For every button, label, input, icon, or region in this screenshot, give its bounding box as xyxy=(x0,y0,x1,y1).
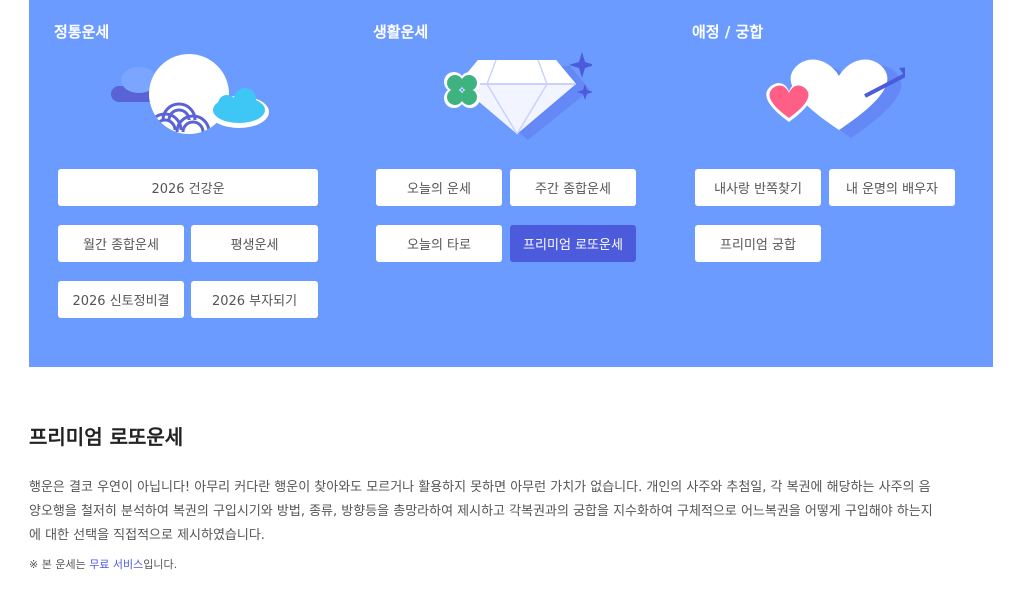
hearts-arrow-icon xyxy=(755,50,917,142)
button-monthly-fortune[interactable]: 월간 종합운세 xyxy=(58,225,184,262)
description-line: 행운은 결코 우연이 아닙니다! 아무리 커다란 행운이 찾아와도 모르거나 활… xyxy=(29,480,931,495)
button-wealth-fortune[interactable]: 2026 부자되기 xyxy=(191,281,318,318)
description-line: 양오행을 철저히 분석하여 복권의 구입시기와 방법, 종류, 방향등을 총망라… xyxy=(29,504,933,519)
note-prefix: ※ 본 운세는 xyxy=(29,558,90,571)
section-title-life: 생활운세 xyxy=(373,23,429,41)
diamond-clover-icon xyxy=(432,50,595,144)
button-today-fortune[interactable]: 오늘의 운세 xyxy=(376,169,502,206)
button-today-tarot[interactable]: 오늘의 타로 xyxy=(376,225,502,262)
button-tojeong-fortune[interactable]: 2026 신토정비결 xyxy=(58,281,184,318)
fortune-category-panel: 정통운세 2026 건강운 월간 종합운세 평생운세 2026 신토정비결 20… xyxy=(29,0,993,367)
section-title-traditional: 정통운세 xyxy=(54,23,110,41)
content-description: 행운은 결코 우연이 아닙니다! 아무리 커다란 행운이 찾아와도 모르거나 활… xyxy=(29,476,995,548)
note-suffix: 입니다. xyxy=(143,558,178,571)
button-premium-lotto-fortune[interactable]: 프리미엄 로또운세 xyxy=(510,225,636,262)
button-lifetime-fortune[interactable]: 평생운세 xyxy=(191,225,318,262)
free-service-link[interactable]: 무료 서비스 xyxy=(89,558,143,571)
service-note: ※ 본 운세는 무료 서비스입니다. xyxy=(29,556,177,572)
button-find-love[interactable]: 내사랑 반쪽찾기 xyxy=(695,169,821,206)
button-destined-spouse[interactable]: 내 운명의 배우자 xyxy=(829,169,955,206)
button-premium-compatibility[interactable]: 프리미엄 궁합 xyxy=(695,225,821,262)
description-line: 에 대한 선택을 직접적으로 제시하였습니다. xyxy=(29,528,265,543)
button-health-fortune[interactable]: 2026 건강운 xyxy=(58,169,318,206)
button-weekly-fortune[interactable]: 주간 종합운세 xyxy=(510,169,636,206)
section-title-love: 애정 / 궁합 xyxy=(692,23,764,41)
content-title: 프리미엄 로또운세 xyxy=(29,425,184,449)
moon-cloud-icon xyxy=(109,50,269,142)
